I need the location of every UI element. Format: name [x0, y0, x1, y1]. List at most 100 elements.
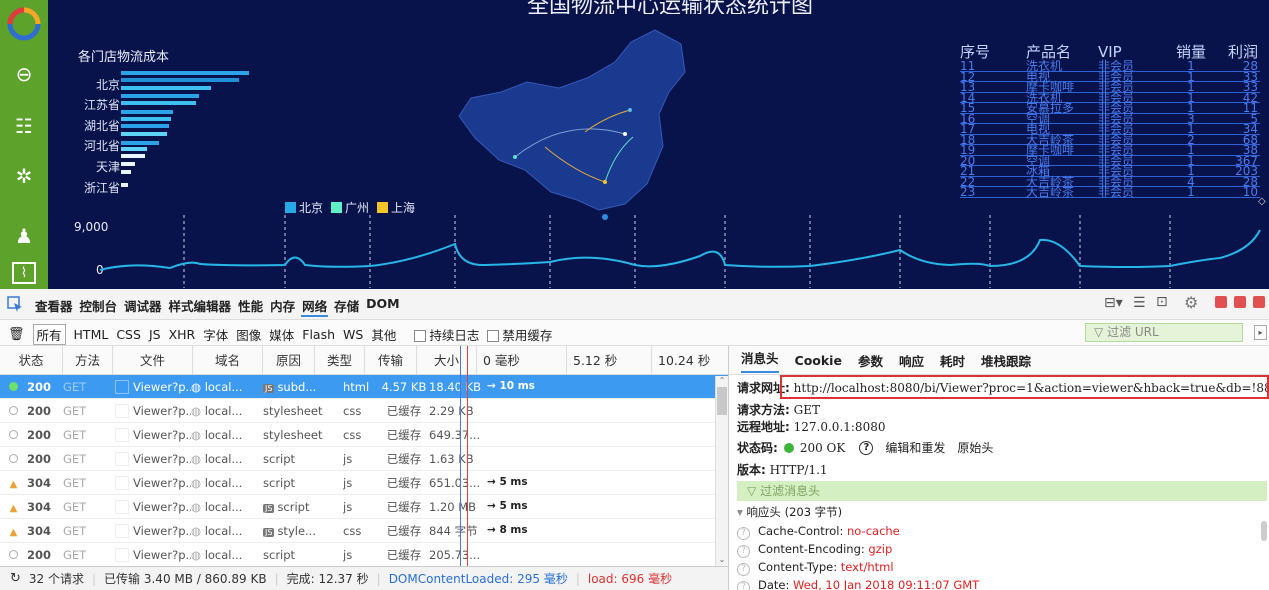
- table-cell: 非会员: [1098, 185, 1135, 199]
- column-transferred[interactable]: 传输: [365, 345, 417, 375]
- bar: [121, 110, 173, 114]
- warning-triangle-icon: ▲: [9, 502, 18, 514]
- filter-url-input[interactable]: ▽ 过滤 URL: [1085, 323, 1243, 342]
- status-indicator: [0, 428, 27, 442]
- network-icon[interactable]: ✲: [9, 164, 39, 188]
- minimize-icon[interactable]: [1215, 296, 1227, 308]
- tab-response[interactable]: 响应: [899, 351, 924, 370]
- tab-params[interactable]: 参数: [858, 351, 883, 370]
- filter-flash[interactable]: Flash: [302, 327, 335, 342]
- status-code: 200: [27, 403, 52, 418]
- header-value: Wed, 10 Jan 2018 09:11:07 GMT: [793, 578, 980, 590]
- expand-panel-icon[interactable]: ▸: [1254, 325, 1267, 340]
- filter-xhr[interactable]: XHR: [169, 327, 196, 342]
- edit-resend-button[interactable]: 编辑和重发: [885, 439, 945, 456]
- help-icon[interactable]: ?: [737, 563, 750, 576]
- help-icon[interactable]: ?: [737, 527, 750, 540]
- domain-name: local...: [204, 475, 243, 490]
- filter-ws[interactable]: WS: [343, 327, 363, 342]
- tab-inspector[interactable]: 查看器: [34, 296, 74, 317]
- column-size[interactable]: 大小: [417, 345, 477, 375]
- request-list-scrollbar[interactable]: ⌃ ⌄: [715, 376, 728, 566]
- request-method-row: 请求方法: GET: [737, 401, 820, 418]
- filter-fonts[interactable]: 字体: [203, 325, 228, 344]
- request-row[interactable]: ▲ 304 GET Viewer?p... ◍ local... JS style... cs…: [0, 519, 728, 543]
- table-cell: 1: [1187, 185, 1195, 199]
- link-icon[interactable]: ⊖: [9, 62, 39, 86]
- column-method[interactable]: 方法: [63, 345, 113, 375]
- tab-stack-trace[interactable]: 堆栈跟踪: [981, 351, 1031, 370]
- settings-icon[interactable]: ⚙: [1184, 293, 1198, 312]
- trash-icon[interactable]: 🗑: [8, 327, 25, 342]
- tab-timings[interactable]: 耗时: [940, 351, 965, 370]
- request-row[interactable]: ▲ 304 GET Viewer?p... ◍ local... script js 已缓存 6…: [0, 471, 728, 495]
- tab-network[interactable]: 网络: [301, 296, 329, 317]
- tab-performance[interactable]: 性能: [237, 296, 264, 317]
- filter-media[interactable]: 媒体: [269, 325, 294, 344]
- filter-html[interactable]: HTML: [74, 327, 109, 342]
- details-scrollbar[interactable]: [1261, 521, 1267, 541]
- column-status[interactable]: 状态: [0, 345, 63, 375]
- list-icon[interactable]: ☷: [9, 114, 39, 138]
- filter-other[interactable]: 其他: [371, 325, 396, 344]
- tab-console[interactable]: 控制台: [79, 296, 119, 317]
- bar-label: 北京: [95, 78, 120, 92]
- response-headers-toggle[interactable]: ▾ 响应头 (203 字节): [737, 504, 842, 520]
- filter-css[interactable]: CSS: [116, 327, 141, 342]
- url-highlight-box: [780, 375, 1269, 399]
- type: js: [343, 547, 353, 562]
- transferred: 已缓存: [386, 523, 422, 538]
- tab-headers[interactable]: 消息头: [741, 348, 779, 373]
- cause: script: [263, 475, 296, 490]
- request-row[interactable]: 200 GET Viewer?p... ◍ local... script js 已缓存 20…: [0, 543, 728, 567]
- tab-cookies[interactable]: Cookie: [795, 353, 842, 368]
- table-scroll-icon[interactable]: ◇: [1258, 196, 1266, 207]
- cause-cell: JS style...: [263, 524, 343, 538]
- cause-cell: stylesheet: [263, 404, 343, 418]
- tab-style-editor[interactable]: 样式编辑器: [168, 296, 233, 317]
- type: html: [343, 379, 370, 394]
- request-row[interactable]: ▲ 304 GET Viewer?p... ◍ local... JS script js 已缓…: [0, 495, 728, 519]
- column-type[interactable]: 类型: [315, 345, 365, 375]
- waterfall-cell: → 8 ms: [481, 519, 728, 543]
- responsive-icon[interactable]: ⊡: [1156, 294, 1168, 310]
- method: GET: [63, 427, 87, 442]
- status-code: 200: [27, 451, 52, 466]
- help-icon[interactable]: ?: [859, 440, 874, 455]
- close-icon[interactable]: [1253, 296, 1265, 308]
- finish-time: 完成: 12.37 秒: [286, 572, 369, 586]
- filter-js[interactable]: JS: [149, 327, 161, 342]
- method-label: 请求方法:: [737, 403, 790, 417]
- request-row[interactable]: 200 GET Viewer?p... ◍ local... JS subd... html…: [0, 375, 728, 399]
- waterfall-cell: [481, 543, 728, 567]
- tab-memory[interactable]: 内存: [269, 296, 296, 317]
- dock-icon[interactable]: ⊟▾: [1104, 295, 1123, 311]
- help-icon[interactable]: ?: [737, 581, 750, 590]
- column-file[interactable]: 文件: [113, 345, 193, 375]
- request-row[interactable]: 200 GET Viewer?p... ◍ local... stylesheet css…: [0, 423, 728, 447]
- tab-storage[interactable]: 存储: [333, 296, 360, 317]
- reload-icon[interactable]: ↻: [10, 571, 21, 586]
- disable-cache-checkbox[interactable]: 禁用缓存: [487, 325, 552, 344]
- request-row[interactable]: 200 GET Viewer?p... ◍ local... stylesheet css…: [0, 399, 728, 423]
- tab-dom[interactable]: DOM: [365, 296, 400, 317]
- split-console-icon[interactable]: ☰: [1133, 295, 1146, 311]
- transferred: 已缓存: [386, 547, 422, 562]
- raw-headers-button[interactable]: 原始头: [957, 439, 993, 456]
- tab-debugger[interactable]: 调试器: [123, 296, 163, 317]
- chart-icon[interactable]: ⌇: [12, 262, 36, 284]
- user-icon[interactable]: ♟: [9, 224, 39, 248]
- column-cause[interactable]: 原因: [263, 345, 315, 375]
- pick-element-icon[interactable]: [6, 295, 24, 313]
- transferred-summary: 已传输 3.40 MB / 860.89 KB: [104, 572, 267, 586]
- filter-images[interactable]: 图像: [236, 325, 261, 344]
- column-domain[interactable]: 域名: [193, 345, 263, 375]
- request-row[interactable]: 200 GET Viewer?p... ◍ local... script js 已缓存 1.…: [0, 447, 728, 471]
- filter-all[interactable]: 所有: [32, 324, 66, 345]
- globe-icon: ◍: [191, 379, 202, 394]
- persist-log-checkbox[interactable]: 持续日志: [414, 325, 479, 344]
- maximize-icon[interactable]: [1234, 296, 1246, 308]
- help-icon[interactable]: ?: [737, 545, 750, 558]
- filter-icon: ▽: [747, 484, 757, 498]
- filter-headers-input[interactable]: ▽ 过滤消息头: [737, 481, 1267, 501]
